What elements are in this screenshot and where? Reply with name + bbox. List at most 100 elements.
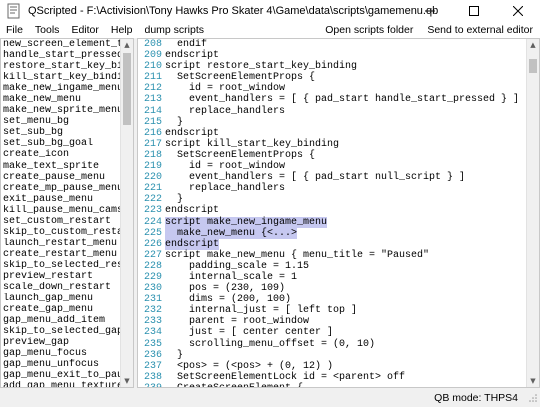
script-list-item[interactable]: gap_menu_focus	[2, 348, 121, 359]
selected-code-text: script make_new_ingame_menu	[165, 216, 328, 228]
code-line[interactable]: event_handlers = [ { pad_start null_scri…	[165, 172, 526, 183]
maximize-button[interactable]	[452, 0, 496, 22]
line-number: 222	[143, 194, 162, 206]
script-list-item[interactable]: make_new_menu	[2, 94, 121, 105]
scroll-up-icon[interactable]: ▲	[121, 39, 133, 51]
script-list[interactable]: new_screen_element_testhandle_start_pres…	[2, 39, 121, 387]
code-text-area[interactable]: endif endscript script restore_start_key_b…	[165, 39, 526, 387]
menu-open-scripts-folder[interactable]: Open scripts folder	[318, 24, 420, 36]
script-list-item[interactable]: gap_menu_unfocus	[2, 359, 121, 370]
code-line[interactable]: parent = root_window	[165, 316, 526, 327]
script-list-item[interactable]: make_text_sprite	[2, 161, 121, 172]
menu-editor[interactable]: Editor	[65, 24, 104, 36]
code-line[interactable]: script make_new_ingame_menu	[165, 216, 526, 228]
script-list-item[interactable]: skip_to_selected_gap	[2, 326, 121, 337]
scrollbar-thumb[interactable]	[123, 53, 131, 125]
script-list-item[interactable]: set_custom_restart	[2, 216, 121, 227]
line-number: 238	[143, 371, 162, 383]
code-line[interactable]: endscript	[165, 205, 526, 216]
script-list-item[interactable]: new_screen_element_test	[2, 39, 121, 50]
line-number: 230	[143, 283, 162, 295]
resize-grip-icon[interactable]	[528, 393, 538, 403]
script-list-item[interactable]: create_icon	[2, 149, 121, 160]
scroll-down-icon[interactable]: ▼	[121, 375, 133, 387]
line-number: 209	[143, 50, 162, 62]
menu-tools[interactable]: Tools	[29, 24, 66, 36]
code-line[interactable]: dims = (200, 100)	[165, 294, 526, 305]
code-line[interactable]: script restore_start_key_binding	[165, 61, 526, 72]
script-list-item[interactable]: handle_start_pressed	[2, 50, 121, 61]
script-list-item[interactable]: preview_restart	[2, 271, 121, 282]
code-line[interactable]: internal_just = [ left top ]	[165, 305, 526, 316]
scroll-up-icon[interactable]: ▲	[527, 39, 539, 51]
scrollbar-thumb[interactable]	[529, 59, 537, 73]
menu-dump-scripts[interactable]: dump scripts	[138, 24, 210, 36]
menu-help[interactable]: Help	[105, 24, 139, 36]
script-list-item[interactable]: set_sub_bg	[2, 127, 121, 138]
code-line[interactable]: id = root_window	[165, 161, 526, 172]
code-line[interactable]: padding_scale = 1.15	[165, 261, 526, 272]
script-list-item[interactable]: gap_menu_exit_to_pause_me	[2, 370, 121, 381]
script-list-item[interactable]: kill_pause_menu_cams	[2, 205, 121, 216]
script-list-item[interactable]: exit_pause_menu	[2, 194, 121, 205]
code-text: }	[165, 194, 184, 206]
code-line[interactable]: replace_handlers	[165, 106, 526, 117]
script-list-item[interactable]: skip_to_custom_restart	[2, 227, 121, 238]
script-list-item[interactable]: set_sub_bg_goal	[2, 138, 121, 149]
code-line[interactable]: script make_new_menu { menu_title = "Pau…	[165, 250, 526, 261]
code-line[interactable]: internal_scale = 1	[165, 272, 526, 283]
code-line[interactable]: endscript	[165, 128, 526, 139]
code-line[interactable]: }	[165, 117, 526, 128]
line-number: 224	[143, 216, 162, 228]
code-line[interactable]: just = [ center center ]	[165, 327, 526, 338]
script-list-item[interactable]: launch_restart_menu	[2, 238, 121, 249]
code-text: script kill_start_key_binding	[165, 138, 340, 150]
script-list-item[interactable]: gap_menu_add_item	[2, 315, 121, 326]
code-line[interactable]: endscript	[165, 238, 526, 250]
menu-file[interactable]: File	[0, 24, 29, 36]
script-list-item[interactable]: set_menu_bg	[2, 116, 121, 127]
script-list-item[interactable]: make_new_ingame_menu	[2, 83, 121, 94]
code-editor[interactable]: 208 209 210 211 212 213 214 215 216 217 218 219 220 2…	[137, 38, 540, 388]
code-line[interactable]: pos = (230, 109)	[165, 283, 526, 294]
script-list-item[interactable]: make_new_sprite_menu	[2, 105, 121, 116]
script-list-item[interactable]: launch_gap_menu	[2, 293, 121, 304]
line-number: 208	[143, 39, 162, 50]
code-line[interactable]: endif	[165, 39, 526, 50]
script-list-item[interactable]: kill_start_key_binding	[2, 72, 121, 83]
code-line[interactable]: id = root_window	[165, 83, 526, 94]
line-number: 216	[143, 127, 162, 139]
line-number-gutter: 208 209 210 211 212 213 214 215 216 217 218 219 220 2…	[138, 39, 165, 387]
script-list-item[interactable]: preview_gap	[2, 337, 121, 348]
script-list-item[interactable]: create_pause_menu	[2, 172, 121, 183]
script-list-scrollbar[interactable]: ▲ ▼	[120, 39, 133, 387]
close-button[interactable]	[496, 0, 540, 22]
minimize-button[interactable]	[408, 0, 452, 22]
code-line[interactable]: CreateScreenElement {	[165, 383, 526, 387]
code-line[interactable]: SetScreenElementProps {	[165, 72, 526, 83]
code-line[interactable]: script kill_start_key_binding	[165, 139, 526, 150]
code-line[interactable]: }	[165, 350, 526, 361]
script-list-item[interactable]: restore_start_key_binding	[2, 61, 121, 72]
script-list-item[interactable]: create_mp_pause_menu	[2, 183, 121, 194]
code-line[interactable]: scrolling_menu_offset = (0, 10)	[165, 339, 526, 350]
maximize-icon	[469, 6, 479, 16]
script-list-item[interactable]: create_restart_menu	[2, 249, 121, 260]
code-line[interactable]: SetScreenElementLock id = <parent> off	[165, 372, 526, 383]
script-list-item[interactable]: skip_to_selected_restart	[2, 260, 121, 271]
code-line[interactable]: SetScreenElementProps {	[165, 150, 526, 161]
code-line[interactable]: endscript	[165, 50, 526, 61]
code-line[interactable]: replace_handlers	[165, 183, 526, 194]
line-number: 214	[143, 105, 162, 117]
editor-scrollbar[interactable]: ▲ ▼	[526, 39, 539, 387]
code-line[interactable]: event_handlers = [ { pad_start handle_st…	[165, 94, 526, 105]
line-number: 234	[143, 327, 162, 339]
script-list-item[interactable]: add_gap_menu_textures_to_	[2, 381, 121, 387]
menu-send-to-external-editor[interactable]: Send to external editor	[420, 24, 540, 36]
script-list-item[interactable]: scale_down_restart	[2, 282, 121, 293]
scroll-down-icon[interactable]: ▼	[527, 375, 539, 387]
script-list-item[interactable]: create_gap_menu	[2, 304, 121, 315]
code-line[interactable]: }	[165, 194, 526, 205]
code-line[interactable]: <pos> = (<pos> + (0, 12) )	[165, 361, 526, 372]
code-line[interactable]: make_new_menu {<...>	[165, 227, 526, 239]
